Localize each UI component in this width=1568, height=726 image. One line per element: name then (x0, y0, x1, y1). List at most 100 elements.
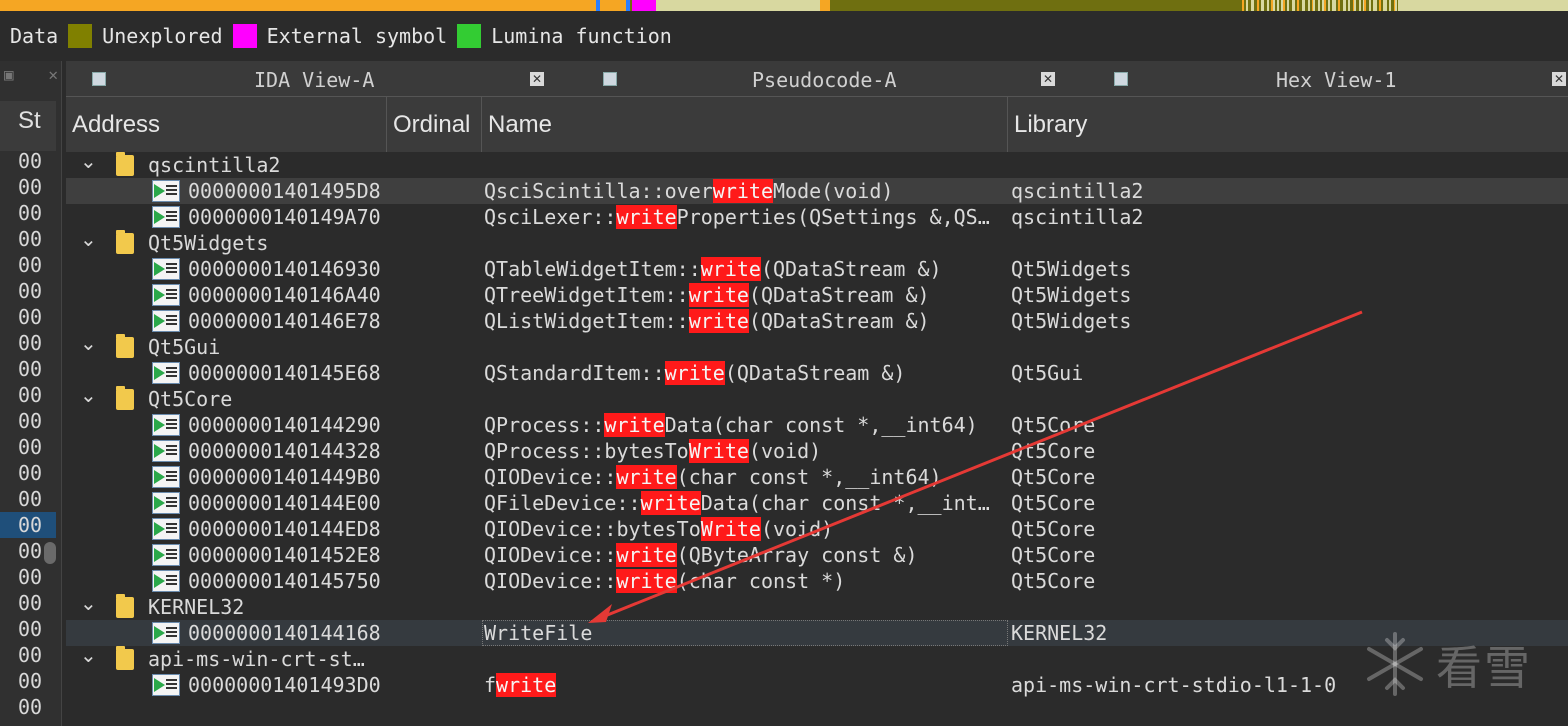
navigation-band[interactable] (0, 0, 1568, 11)
navband-tick (1348, 0, 1351, 11)
group-row[interactable]: ⌄ api-ms-win-crt-st… (66, 645, 1568, 672)
close-tab-icon[interactable]: ✕ (1552, 72, 1566, 86)
name-cell: QTreeWidgetItem::write(QDataStream &) (484, 282, 1004, 308)
group-row[interactable]: ⌄ Qt5Gui (66, 333, 1568, 360)
library-cell: Qt5Gui (1011, 361, 1084, 385)
search-highlight: write (496, 673, 557, 697)
name-text: Data(char const *,__int… (700, 491, 990, 515)
gutter-row[interactable]: 00 (0, 148, 56, 174)
import-row[interactable]: 0000000140145750 QIODevice::write(char co… (66, 568, 1568, 594)
import-row[interactable]: 00000001401449B0 QIODevice::write(char co… (66, 464, 1568, 490)
name-cell: QIODevice::write(QByteArray const &) (484, 542, 1004, 568)
name-cell: QStandardItem::write(QDataStream &) (484, 360, 1004, 386)
name-text: (QDataStream &) (724, 361, 906, 385)
name-cell: QTableWidgetItem::write(QDataStream &) (484, 256, 1004, 282)
gutter-row[interactable]: 00 (0, 642, 56, 668)
gutter-row[interactable]: 00 (0, 200, 56, 226)
tab-pseudocode-a[interactable]: Pseudocode-A ✕ (576, 61, 1088, 97)
close-icon[interactable]: ✕ (48, 65, 58, 87)
import-row[interactable]: 00000001401493D0 fwrite api-ms-win-crt-std… (66, 672, 1568, 698)
import-row[interactable]: 0000000140149A70 QsciLexer::writeProperti… (66, 204, 1568, 230)
gutter-row[interactable]: 00 (0, 252, 56, 278)
import-row[interactable]: 0000000140144168 WriteFile KERNEL32 (66, 620, 1568, 646)
chevron-down-icon[interactable]: ⌄ (80, 593, 97, 613)
import-row[interactable]: 0000000140144E00 QFileDevice::writeData(c… (66, 490, 1568, 516)
gutter-row[interactable]: 00 (0, 330, 56, 356)
scrollbar-thumb[interactable] (44, 542, 56, 564)
gutter-row[interactable]: 00 (0, 174, 56, 200)
chevron-down-icon[interactable]: ⌄ (80, 151, 97, 171)
import-row[interactable]: 0000000140146E78 QListWidgetItem::write(Q… (66, 308, 1568, 334)
import-row[interactable]: 0000000140144290 QProcess::writeData(char… (66, 412, 1568, 438)
gutter-row[interactable]: 00 (0, 668, 56, 694)
navband-tick (1277, 0, 1279, 11)
column-header-ordinal[interactable]: Ordinal (387, 97, 482, 152)
import-row[interactable]: 0000000140144ED8 QIODevice::bytesToWrite(… (66, 516, 1568, 542)
tab-title: IDA View-A (254, 68, 375, 92)
library-cell: qscintilla2 (1011, 205, 1144, 229)
close-tab-icon[interactable]: ✕ (1041, 72, 1055, 86)
function-icon (152, 544, 180, 566)
address-cell: 0000000140144290 (188, 413, 381, 437)
tab-ida-view-a[interactable]: IDA View-A ✕ (66, 61, 576, 97)
group-row[interactable]: ⌄ Qt5Widgets (66, 229, 1568, 256)
chevron-down-icon[interactable]: ⌄ (80, 385, 97, 405)
gutter-row[interactable]: 00 (0, 356, 56, 382)
gutter-row[interactable]: 00 (0, 304, 56, 330)
gutter-row[interactable]: 00 (0, 694, 56, 720)
left-panel: ▣ ✕ St 00 00 00 00 00 00 00 00 00 00 00 00 00 00 00 00 0… (0, 61, 62, 726)
legend-label: External symbol (266, 24, 448, 48)
name-text: QProcess::bytesTo (484, 439, 689, 463)
name-cell: QsciLexer::writeProperties(QSettings &,Q… (484, 204, 1004, 230)
gutter-row[interactable]: 00 (0, 486, 56, 512)
navband-tick (1344, 0, 1346, 11)
chevron-down-icon[interactable]: ⌄ (80, 333, 97, 353)
restore-icon[interactable]: ▣ (4, 65, 14, 87)
chevron-down-icon[interactable]: ⌄ (80, 229, 97, 249)
group-row[interactable]: ⌄ KERNEL32 (66, 593, 1568, 620)
legend-swatch (232, 24, 257, 48)
name-text: (QByteArray const &) (676, 543, 918, 567)
gutter-row[interactable]: 00 (0, 512, 56, 538)
watermark-text: 看雪 (1436, 641, 1532, 695)
group-row[interactable]: ⌄ qscintilla2 (66, 151, 1568, 178)
import-row[interactable]: 0000000140146A40 QTreeWidgetItem::write(Q… (66, 282, 1568, 308)
navband-tick (1246, 0, 1249, 11)
close-tab-icon[interactable]: ✕ (530, 72, 544, 86)
search-highlight: write (640, 491, 701, 515)
gutter-row[interactable]: 00 (0, 226, 56, 252)
import-row[interactable]: 00000001401495D8 QsciScintilla::overwrite… (66, 178, 1568, 204)
library-cell: Qt5Core (1011, 413, 1096, 437)
import-row[interactable]: 0000000140146930 QTableWidgetItem::write(… (66, 256, 1568, 282)
gutter-row[interactable]: 00 (0, 434, 56, 460)
gutter-row[interactable]: 00 (0, 278, 56, 304)
gutter-row[interactable]: 00 (0, 590, 56, 616)
gutter-row[interactable]: 00 (0, 460, 56, 486)
import-row[interactable]: 0000000140145E68 QStandardItem::write(QDa… (66, 360, 1568, 386)
gutter-row[interactable]: 00 (0, 408, 56, 434)
column-header-st[interactable]: St (0, 101, 56, 151)
navband-tick (1364, 0, 1367, 11)
import-row[interactable]: 00000001401452E8 QIODevice::write(QByteAr… (66, 542, 1568, 568)
gutter-row[interactable]: 00 (0, 382, 56, 408)
import-row[interactable]: 0000000140144328 QProcess::bytesToWrite(v… (66, 438, 1568, 464)
name-cell: QProcess::bytesToWrite(void) (484, 438, 1004, 464)
search-highlight: write (616, 205, 677, 229)
column-header-name[interactable]: Name (482, 97, 1008, 152)
chevron-down-icon[interactable]: ⌄ (80, 645, 97, 665)
column-header-address[interactable]: Address (66, 97, 387, 152)
column-header-library[interactable]: Library (1008, 97, 1568, 152)
gutter-row[interactable]: 00 (0, 564, 56, 590)
tab-hex-view-1[interactable]: Hex View-1 ✕ (1088, 61, 1568, 97)
navband-segment (656, 0, 820, 11)
focus-rect (482, 620, 1008, 646)
navband-tick (1374, 0, 1377, 11)
name-cell: QsciScintilla::overwriteMode(void) (484, 178, 1004, 204)
imports-table: Address Ordinal Name Library ⌄ qscintilla… (66, 97, 1568, 726)
group-row[interactable]: ⌄ Qt5Core (66, 385, 1568, 412)
name-text: Properties(QSettings &,QS… (676, 205, 990, 229)
gutter-row[interactable]: 00 (0, 616, 56, 642)
navband-segment (626, 0, 630, 11)
name-text: QTableWidgetItem:: (484, 257, 701, 281)
name-cell: QIODevice::write(char const *,__int64) (484, 464, 1004, 490)
